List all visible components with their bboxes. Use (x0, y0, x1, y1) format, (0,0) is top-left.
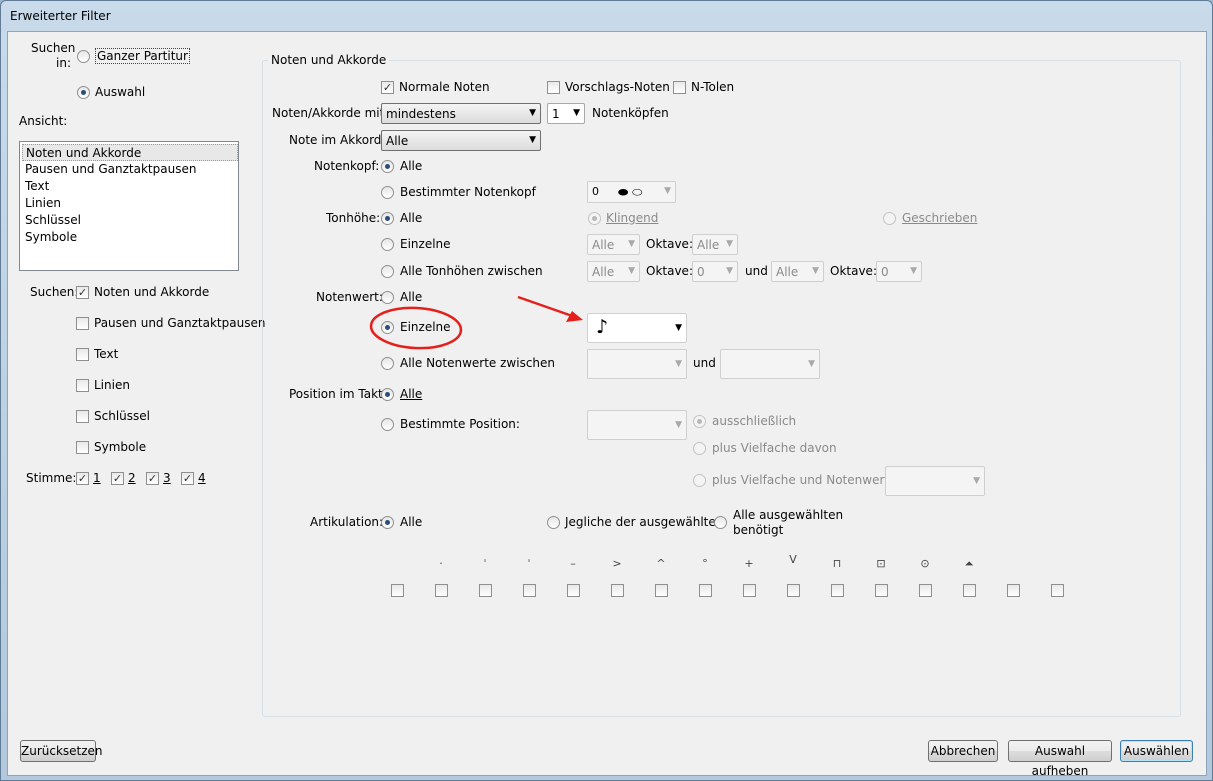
cancel-button[interactable]: Abbrechen (928, 740, 998, 762)
reset-button[interactable]: Zurücksetzen (20, 740, 103, 762)
annotation-circle (369, 306, 463, 350)
clear-selection-button[interactable]: Auswahl aufheben (1008, 740, 1112, 778)
annotation-arrow-line (517, 295, 579, 320)
red-annotation-overlay (369, 295, 583, 350)
annotation-arrow-head (566, 311, 583, 322)
select-button[interactable]: Auswählen (1120, 740, 1193, 762)
